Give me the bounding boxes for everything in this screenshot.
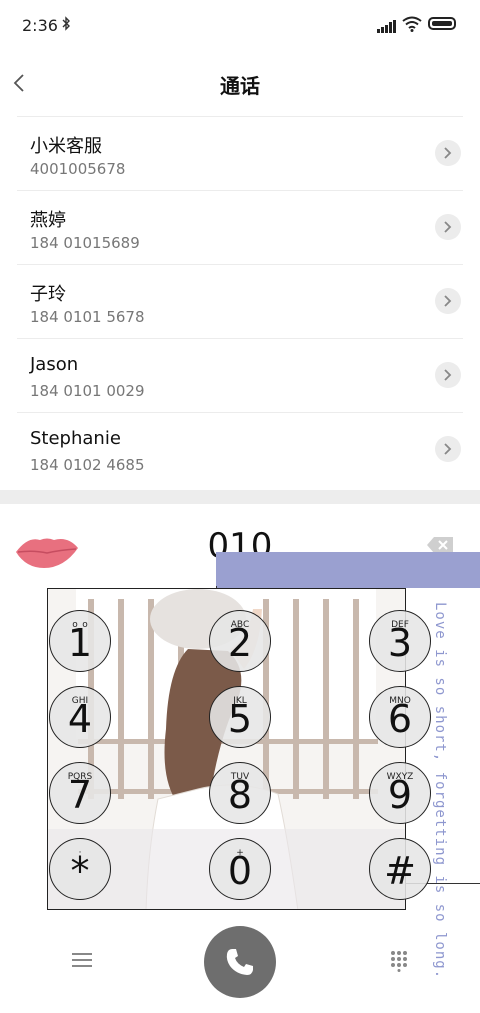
contact-row[interactable]: Stephanie 184 0102 4685 <box>17 412 463 486</box>
key-digit: 7 <box>67 773 93 817</box>
menu-icon[interactable] <box>72 952 92 972</box>
key-digit: 9 <box>387 773 413 817</box>
key-5[interactable]: JKL 5 <box>209 686 271 748</box>
contact-row[interactable]: 小米客服 4001005678 <box>17 116 463 190</box>
contact-number: 184 01015689 <box>30 234 140 252</box>
chevron-right-icon <box>444 221 452 233</box>
contact-number: 4001005678 <box>30 160 126 178</box>
quote-caption: Love is so short, forgetting is so long. <box>432 602 452 979</box>
key-4[interactable]: GHI 4 <box>49 686 111 748</box>
chevron-right-icon <box>444 147 452 159</box>
contact-name: Stephanie <box>30 428 121 449</box>
key-digit: 1 <box>67 621 93 665</box>
contact-row[interactable]: 燕婷 184 01015689 <box>17 190 463 264</box>
contact-row[interactable]: Jason 184 0101 0029 <box>17 338 463 412</box>
keypad-icon[interactable] <box>390 950 408 976</box>
header: 通话 <box>0 56 480 112</box>
contact-name: 燕婷 <box>30 210 66 231</box>
key-0[interactable]: + 0 <box>209 838 271 900</box>
contact-detail-button[interactable] <box>435 436 461 462</box>
chevron-right-icon <box>444 295 452 307</box>
contact-detail-button[interactable] <box>435 362 461 388</box>
key-7[interactable]: PQRS 7 <box>49 762 111 824</box>
bluetooth-icon <box>62 16 71 35</box>
key-1[interactable]: o_o 1 <box>49 610 111 672</box>
status-bar: 2:36 <box>0 0 480 52</box>
contact-name: 小米客服 <box>30 136 102 157</box>
key-hash[interactable]: # <box>369 838 431 900</box>
battery-icon <box>428 17 456 30</box>
decorative-blue-block <box>216 552 480 588</box>
key-6[interactable]: MNO 6 <box>369 686 431 748</box>
contact-detail-button[interactable] <box>435 288 461 314</box>
chevron-right-icon <box>444 443 452 455</box>
key-digit: 3 <box>387 621 413 665</box>
key-3[interactable]: DEF 3 <box>369 610 431 672</box>
key-digit: 6 <box>387 697 413 741</box>
signal-icon <box>377 18 397 37</box>
contact-number: 184 0102 4685 <box>30 456 145 474</box>
key-digit: 8 <box>227 773 253 817</box>
contact-name: Jason <box>30 354 79 375</box>
lips-icon <box>14 534 80 574</box>
contact-name: 子玲 <box>30 284 66 305</box>
contact-number: 184 0101 0029 <box>30 382 145 400</box>
call-button[interactable] <box>204 926 276 998</box>
bottom-bar <box>0 922 480 1013</box>
phone-icon <box>226 949 253 975</box>
key-star[interactable]: · * <box>49 838 111 900</box>
key-2[interactable]: ABC 2 <box>209 610 271 672</box>
key-digit: 0 <box>227 849 253 893</box>
contact-row[interactable]: 子玲 184 0101 5678 <box>17 264 463 338</box>
chevron-right-icon <box>444 369 452 381</box>
key-9[interactable]: WXYZ 9 <box>369 762 431 824</box>
key-8[interactable]: TUV 8 <box>209 762 271 824</box>
contact-list: 小米客服 4001005678 燕婷 184 01015689 子玲 184 0… <box>0 116 480 486</box>
key-digit: # <box>384 849 416 893</box>
page-title: 通话 <box>220 74 260 98</box>
key-digit: 5 <box>227 697 253 741</box>
status-time: 2:36 <box>22 16 58 35</box>
wifi-icon <box>402 16 422 36</box>
contact-detail-button[interactable] <box>435 140 461 166</box>
key-digit: 2 <box>227 621 253 665</box>
key-digit: 4 <box>67 697 93 741</box>
key-digit: * <box>70 849 90 893</box>
contact-number: 184 0101 5678 <box>30 308 145 326</box>
contact-detail-button[interactable] <box>435 214 461 240</box>
